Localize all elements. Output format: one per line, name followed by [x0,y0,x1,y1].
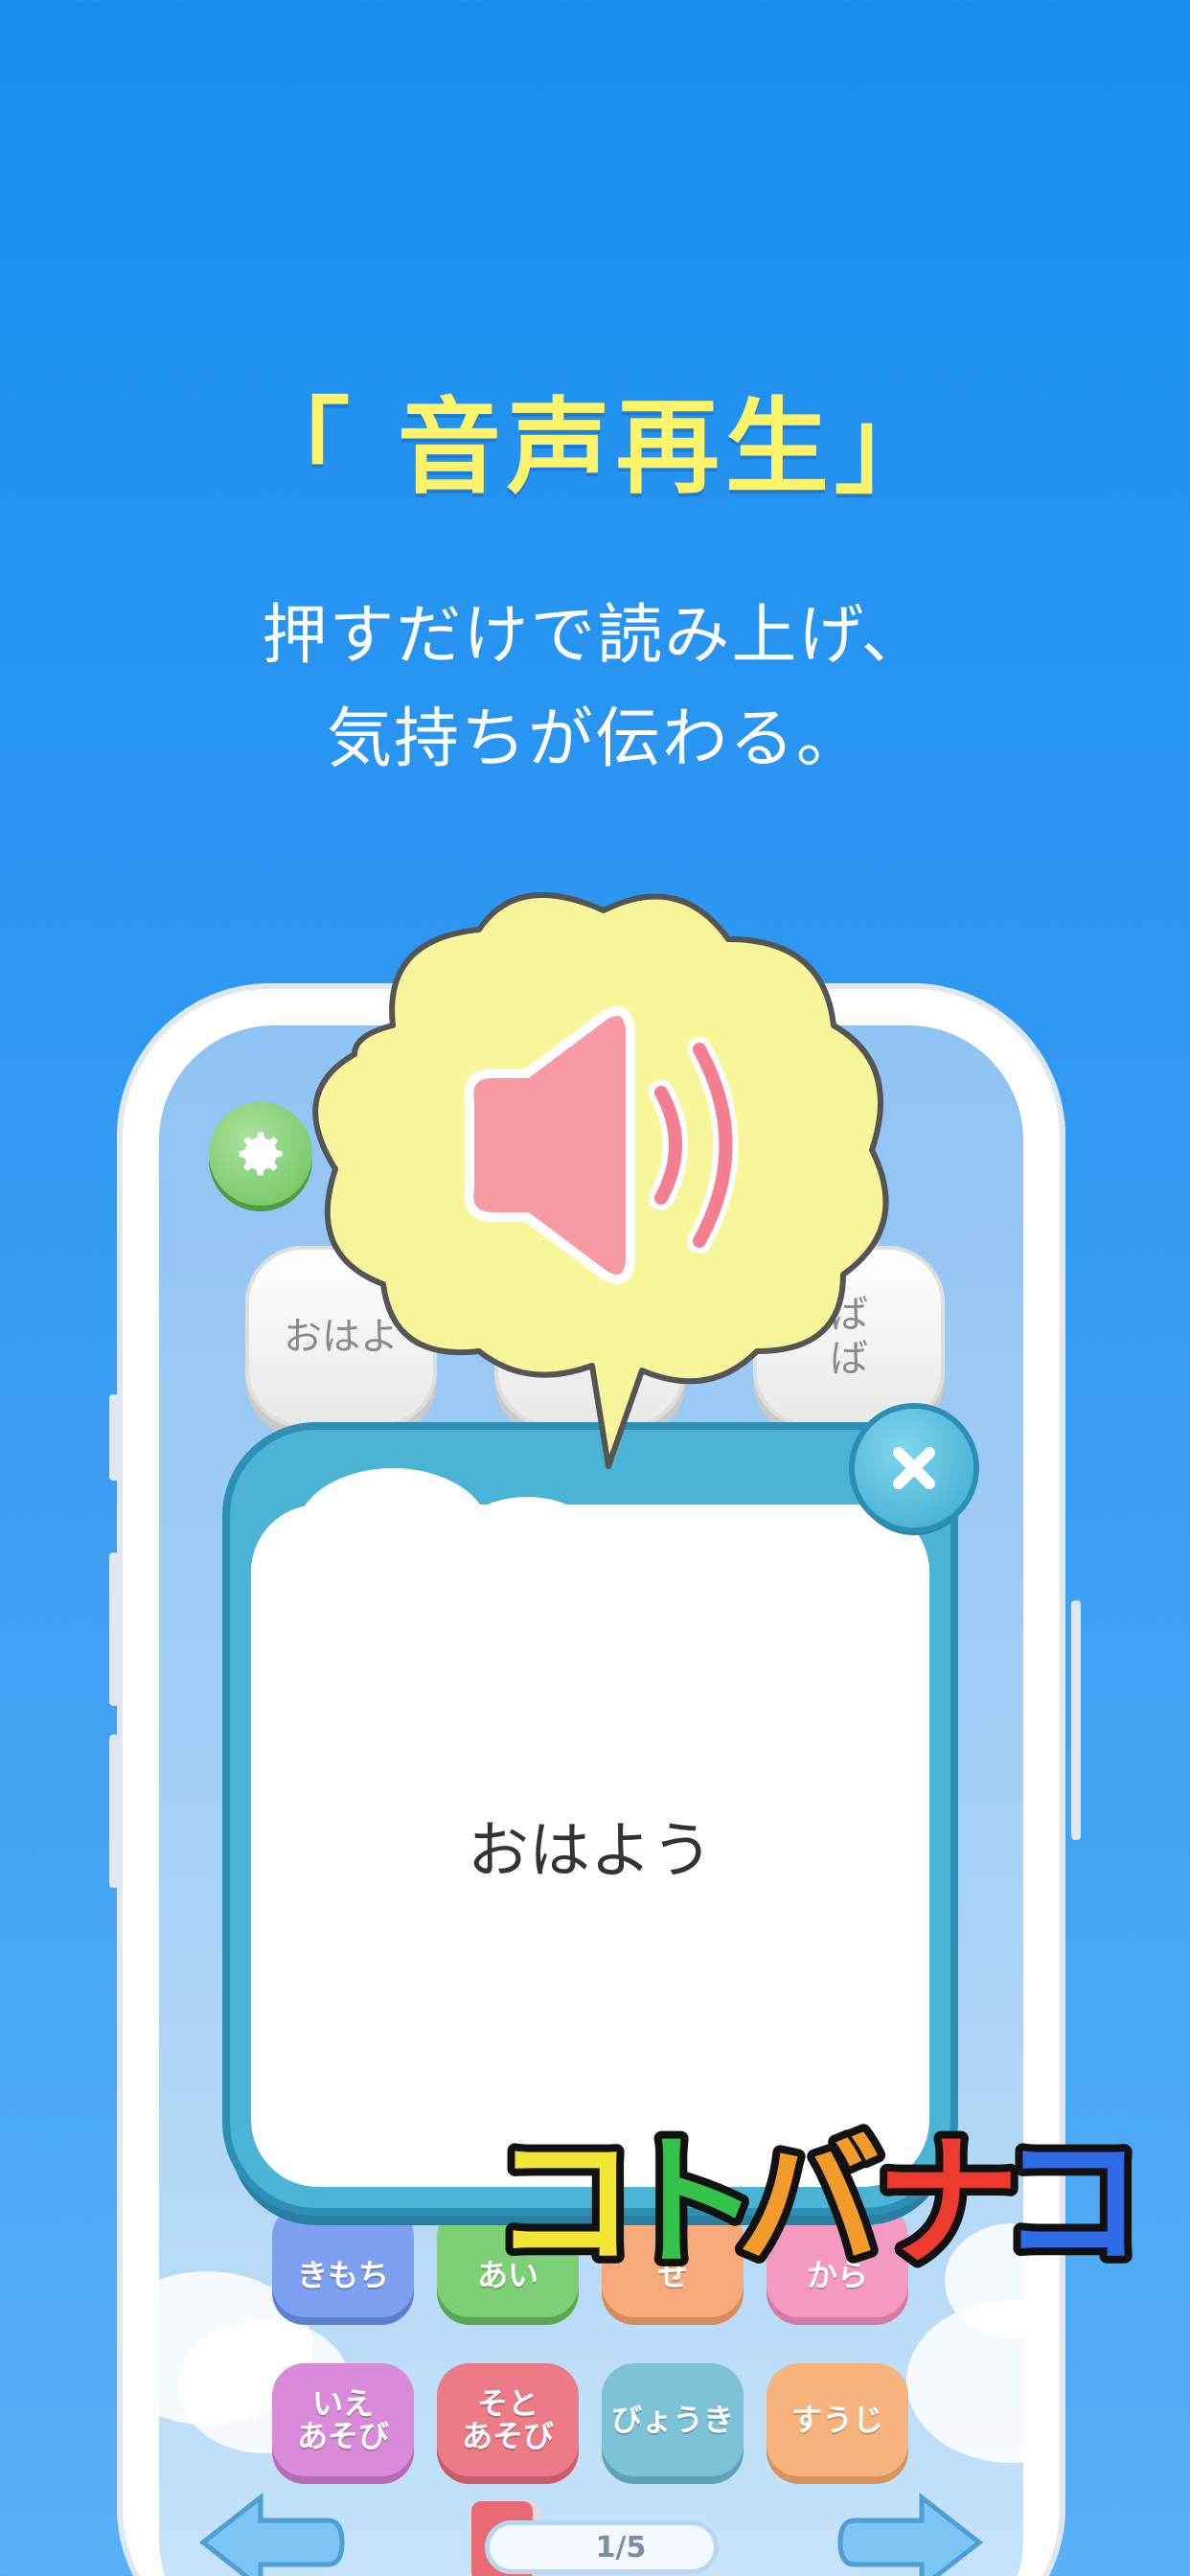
category-label: びょうき [610,2402,734,2438]
subline-line-2: 気持ちが伝わる。 [326,702,863,777]
category-suuji[interactable]: すうじ [767,2363,908,2476]
popup-content[interactable]: おはよう [251,1505,929,2187]
popup-word: おはよう [468,1816,713,1887]
category-label: そと あそび [461,2385,554,2454]
page-indicator: 1/5 [485,2520,719,2574]
category-label: すうじ [790,2402,883,2438]
logo-letter: ナ [876,2120,1019,2287]
logo-letter: コ [492,2120,636,2287]
word-popup: おはよう [230,1430,950,2208]
category-soto-asobi[interactable]: そと あそび [437,2363,579,2476]
logo-letter: コ [1000,2120,1144,2287]
phone-side-button [1071,1600,1081,1840]
category-kimochi[interactable]: きもち [272,2204,414,2317]
category-ie-asobi[interactable]: いえ あそび [272,2363,414,2476]
headline: 「 音声再生」 [246,388,944,508]
app-logo: コ ト バ ナ コ [485,2112,1152,2294]
speech-bubble [312,892,889,1469]
category-byouki[interactable]: びょうき [602,2363,744,2476]
logo-letter: バ [737,2120,881,2287]
category-label: いえ あそび [296,2385,389,2454]
category-label: きもち [296,2257,389,2293]
previous-page-button[interactable] [194,2490,347,2576]
subline: 押すだけで読み上げ、 気持ちが伝わる。 [0,585,1190,792]
next-page-button[interactable] [835,2490,989,2576]
logo-wordmark: コ ト バ ナ コ [485,2112,1152,2294]
subline-line-1: 押すだけで読み上げ、 [262,598,928,674]
page-indicator-text: 1/5 [595,2530,647,2564]
